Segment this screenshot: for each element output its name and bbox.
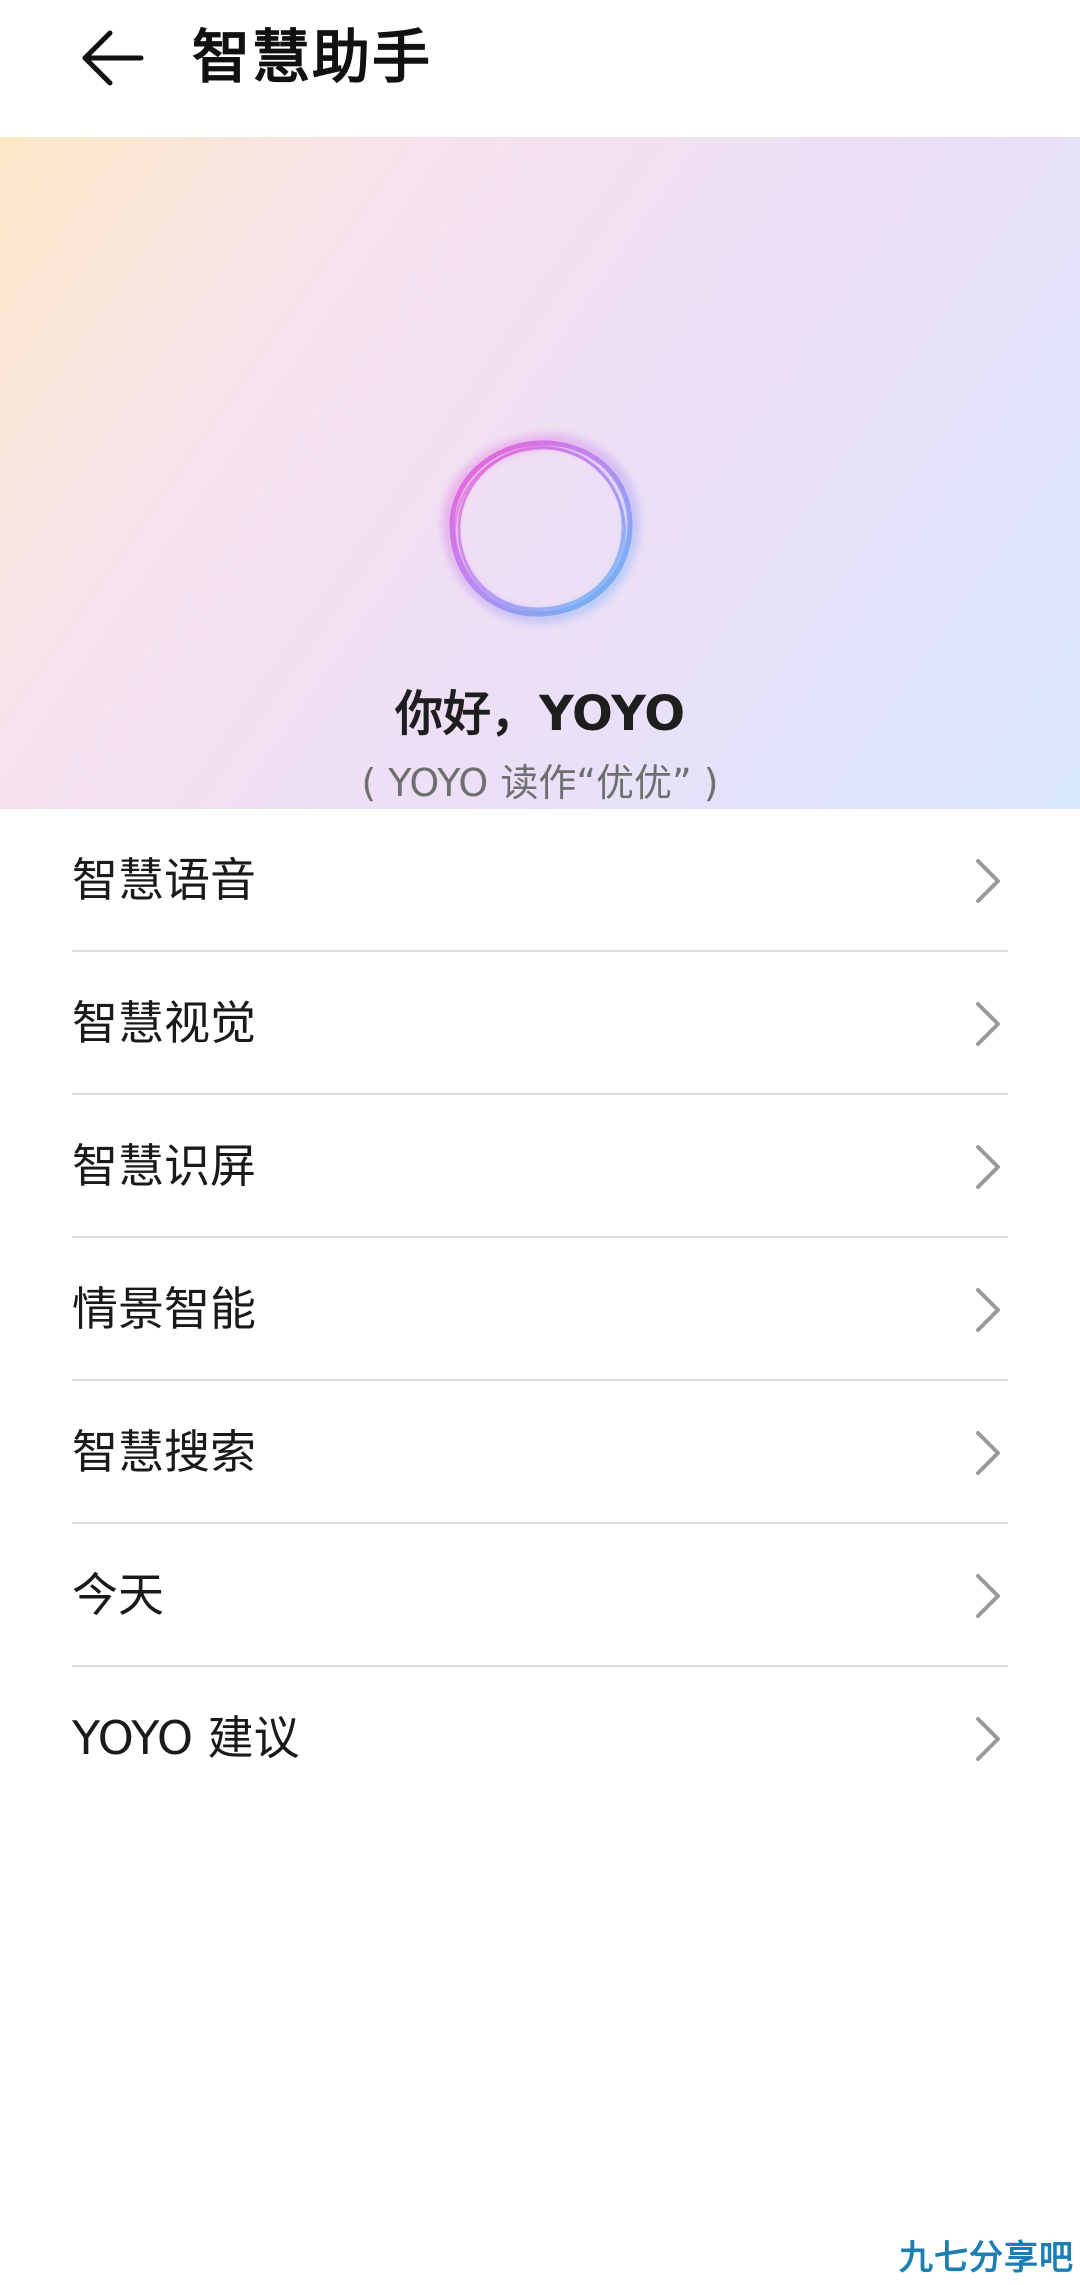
chevron-right-icon: [976, 1574, 1000, 1618]
menu-item-scenario-intelligence[interactable]: 情景智能: [72, 1238, 1008, 1381]
menu-item-smart-search[interactable]: 智慧搜索: [72, 1381, 1008, 1524]
menu-item-today[interactable]: 今天: [72, 1524, 1008, 1667]
watermark-logo: 九七分享吧: [899, 2238, 1074, 2278]
menu-item-label: 智慧视觉: [72, 996, 256, 1050]
top-app-bar: 智慧助手: [0, 0, 1080, 137]
menu-item-label: 情景智能: [72, 1282, 256, 1336]
greeting-subtitle: ( YOYO 读作“优优” ): [361, 761, 719, 805]
menu-item-label: 智慧识屏: [72, 1139, 256, 1193]
menu-item-label: YOYO 建议: [72, 1711, 300, 1765]
menu-item-smart-screen-recognition[interactable]: 智慧识屏: [72, 1095, 1008, 1238]
chevron-right-icon: [976, 1002, 1000, 1046]
chevron-right-icon: [976, 1717, 1000, 1761]
chevron-right-icon: [976, 1431, 1000, 1475]
yoyo-banner: 你好，YOYO ( YOYO 读作“优优” ): [0, 137, 1080, 809]
menu-item-smart-voice[interactable]: 智慧语音: [72, 809, 1008, 952]
back-button[interactable]: [62, 8, 162, 108]
arrow-left-icon: [82, 30, 144, 86]
settings-menu: 智慧语音 智慧视觉 智慧识屏 情景智能 智慧搜索 今天 YOYO 建议: [72, 809, 1008, 1810]
page-title: 智慧助手: [192, 23, 433, 91]
chevron-right-icon: [976, 859, 1000, 903]
yoyo-orb-icon: [441, 433, 641, 625]
menu-item-label: 智慧语音: [72, 853, 256, 907]
menu-item-smart-vision[interactable]: 智慧视觉: [72, 952, 1008, 1095]
chevron-right-icon: [976, 1288, 1000, 1332]
greeting-text: 你好，YOYO: [395, 686, 685, 742]
menu-item-yoyo-suggestions[interactable]: YOYO 建议: [72, 1667, 1008, 1810]
menu-item-label: 今天: [72, 1568, 164, 1622]
chevron-right-icon: [976, 1145, 1000, 1189]
menu-item-label: 智慧搜索: [72, 1425, 256, 1479]
